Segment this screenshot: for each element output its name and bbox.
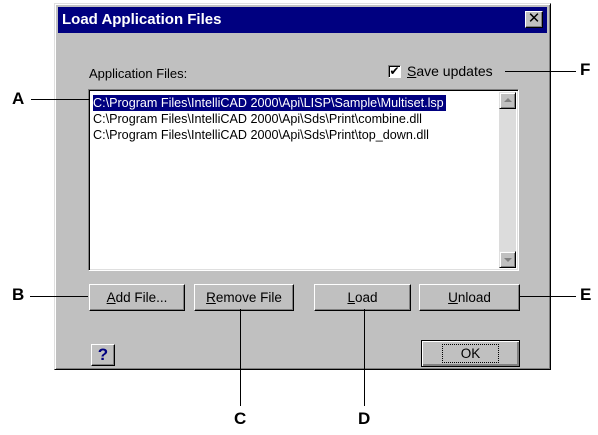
unload-label: Unload [448,290,491,305]
remove-file-button[interactable]: Remove File [194,284,294,311]
scroll-down-button[interactable] [499,251,516,268]
callout-a: A [12,89,25,108]
add-file-label: Add File... [106,290,168,305]
callout-c: C [234,409,247,428]
unload-button[interactable]: Unload [419,284,520,311]
add-file-button[interactable]: Add File... [89,284,185,311]
callout-f-line [505,71,576,72]
save-updates-checkbox[interactable]: ✔ [388,64,401,78]
dialog-title: Load Application Files [62,11,222,28]
vertical-scrollbar[interactable] [499,92,516,268]
callout-c-line [240,309,241,406]
scroll-up-button[interactable] [499,92,516,109]
list-item[interactable]: C:\Program Files\IntelliCAD 2000\Api\Sds… [93,111,422,127]
list-item[interactable]: C:\Program Files\IntelliCAD 2000\Api\LIS… [93,95,446,111]
help-icon[interactable]: ? [91,344,115,366]
ok-button[interactable]: OK [421,340,520,367]
callout-a-line [31,99,89,100]
callout-b-line [30,296,88,297]
application-files-list[interactable]: C:\Program Files\IntelliCAD 2000\Api\LIS… [88,89,519,271]
remove-file-label: Remove File [206,290,282,305]
close-icon[interactable]: ✕ [525,11,543,28]
callout-f: F [580,60,591,79]
arrow-down-icon [504,258,512,262]
callout-e-line [519,296,576,297]
save-updates-checkbox-row[interactable]: ✔ Save updates [388,63,493,79]
title-bar: Load Application Files ✕ [58,7,547,33]
load-application-files-dialog: Load Application Files ✕ Application Fil… [54,3,551,370]
arrow-up-icon [504,98,512,102]
callout-e: E [580,285,592,304]
load-label: Load [347,290,378,305]
callout-b: B [12,285,25,304]
callout-d-line [364,309,365,406]
application-files-label: Application Files: [89,66,188,81]
callout-d: D [358,409,371,428]
load-button[interactable]: Load [314,284,411,311]
ok-label: OK [441,344,500,363]
list-item[interactable]: C:\Program Files\IntelliCAD 2000\Api\Sds… [93,127,429,143]
save-updates-label[interactable]: Save updates [407,63,493,79]
